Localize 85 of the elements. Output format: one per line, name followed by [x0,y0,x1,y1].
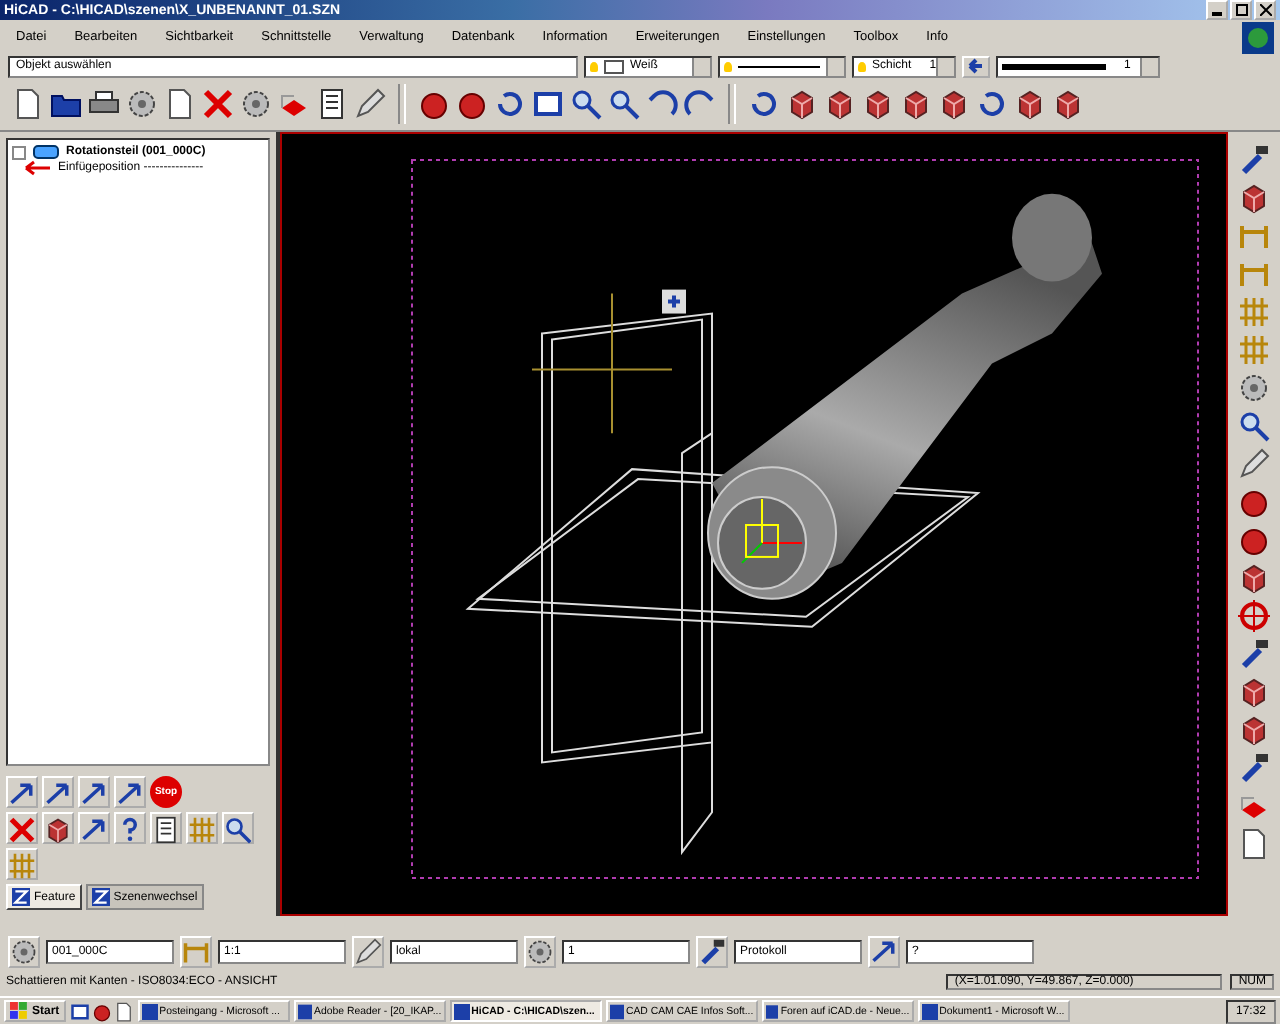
line-style-dropdown[interactable] [718,55,846,77]
pencil-icon[interactable] [354,938,382,966]
app-icon [141,1003,158,1019]
gear-icon[interactable] [240,88,272,120]
cube-icon[interactable] [786,88,818,120]
rotate-icon[interactable] [494,88,526,120]
gear-icon[interactable] [526,938,554,966]
cube-icon[interactable] [938,88,970,120]
sphere-icon[interactable] [1238,486,1270,518]
gear-icon[interactable] [10,938,38,966]
page-icon[interactable] [1238,828,1270,860]
line-style-sample [738,65,820,67]
bulb-icon [858,61,866,71]
3d-viewport[interactable] [280,132,1228,916]
undo-icon[interactable] [646,88,678,120]
delete-icon[interactable] [202,88,234,120]
bulb-icon [590,61,598,71]
zoom-icon[interactable] [570,88,602,120]
list-icon[interactable] [316,88,348,120]
arrow-icon[interactable] [44,778,72,810]
close-button[interactable] [1254,0,1276,20]
sphere-icon[interactable] [91,1001,112,1021]
maximize-icon [1235,4,1247,16]
crosshair-icon [531,292,673,435]
window-icon[interactable] [532,88,564,120]
page-icon[interactable] [113,1001,134,1021]
app-icon [609,1003,624,1019]
hammer-icon[interactable] [1238,752,1270,784]
page-icon[interactable] [12,88,44,120]
pencil-icon[interactable] [354,88,386,120]
app-icon [765,1003,779,1019]
cube-icon[interactable] [1238,182,1270,214]
arrow-icon[interactable] [80,814,108,846]
gear-icon[interactable] [1238,372,1270,404]
sphere-icon[interactable] [456,88,488,120]
cube-icon[interactable] [1238,562,1270,594]
axis-triad-drawing [741,498,803,564]
window-icon[interactable] [69,1001,90,1021]
cube-icon[interactable] [900,88,932,120]
bulb-icon [724,61,732,71]
logo-icon [1242,22,1274,54]
cube-icon[interactable] [44,814,72,846]
zoom-icon[interactable] [608,88,640,120]
cursor-icon [662,289,686,314]
list-icon[interactable] [152,814,180,846]
pencil-icon[interactable] [1238,448,1270,480]
expander-icon[interactable] [12,145,26,159]
minimize-button[interactable] [1206,0,1228,20]
arrow-icon [24,160,52,176]
sphere-icon[interactable] [1238,524,1270,556]
line-width-sample [1002,63,1106,69]
close-icon [1259,4,1271,16]
gear-icon[interactable] [126,88,158,120]
target-icon[interactable] [1238,600,1270,632]
windows-logo-icon [10,1002,28,1020]
arrow-icon [968,58,984,74]
hammer-icon[interactable] [1238,638,1270,670]
hammer-icon[interactable] [1238,144,1270,176]
maximize-button[interactable] [1230,0,1252,20]
color-swatch [604,59,624,73]
zoom-icon[interactable] [224,814,252,846]
app-icon [921,1003,938,1019]
part-icon [32,144,60,160]
cube-icon[interactable] [824,88,856,120]
cube-icon[interactable] [1014,88,1046,120]
cube-icon[interactable] [862,88,894,120]
tab-icon [91,888,110,906]
redo-icon[interactable] [684,88,716,120]
cube-icon[interactable] [1238,714,1270,746]
pick-button[interactable] [962,55,990,77]
zoom-icon[interactable] [1238,410,1270,442]
rotate-icon[interactable] [748,88,780,120]
arrow-icon[interactable] [870,938,898,966]
app-icon [453,1003,470,1019]
tab-icon [12,888,30,906]
hammer-icon[interactable] [698,938,726,966]
cube-icon[interactable] [1052,88,1084,120]
app-icon [297,1003,313,1019]
arrow-icon[interactable] [80,778,108,810]
sphere-icon[interactable] [418,88,450,120]
rotate-icon[interactable] [976,88,1008,120]
cube-icon[interactable] [1238,676,1270,708]
arrow-icon[interactable] [116,778,144,810]
arrow-icon[interactable] [8,778,36,810]
page-icon[interactable] [164,88,196,120]
